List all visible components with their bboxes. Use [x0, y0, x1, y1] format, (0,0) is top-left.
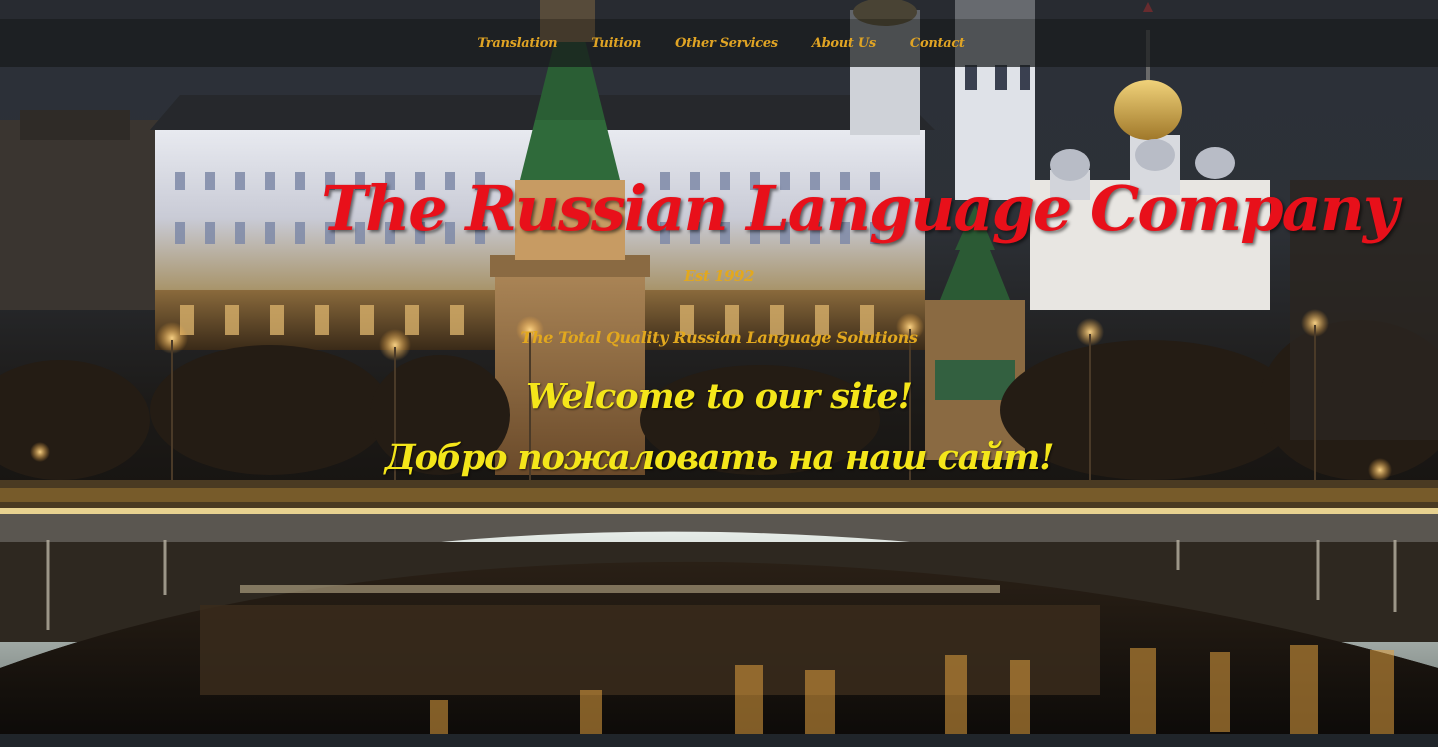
nav-link-other-services[interactable]: Other Services [675, 36, 778, 51]
footer-strip [0, 734, 1438, 747]
site-title: The Russian Language Company [321, 172, 1399, 245]
main-navigation: Translation Tuition Other Services About… [0, 19, 1438, 67]
tagline: The Total Quality Russian Language Solut… [520, 328, 918, 347]
nav-link-contact[interactable]: Contact [910, 36, 965, 51]
nav-link-about-us[interactable]: About Us [812, 36, 876, 51]
welcome-message-russian: Добро пожаловать на наш сайт! [384, 437, 1055, 478]
top-bar [0, 0, 1438, 19]
established-year: Est 1992 [684, 267, 754, 285]
page: Translation Tuition Other Services About… [0, 0, 1438, 747]
hero-background-image [0, 0, 1438, 734]
kremlin-night-illustration [0, 0, 1438, 734]
welcome-message-english: Welcome to our site! [525, 376, 913, 417]
nav-link-tuition[interactable]: Tuition [591, 36, 641, 51]
nav-link-translation[interactable]: Translation [477, 36, 557, 51]
